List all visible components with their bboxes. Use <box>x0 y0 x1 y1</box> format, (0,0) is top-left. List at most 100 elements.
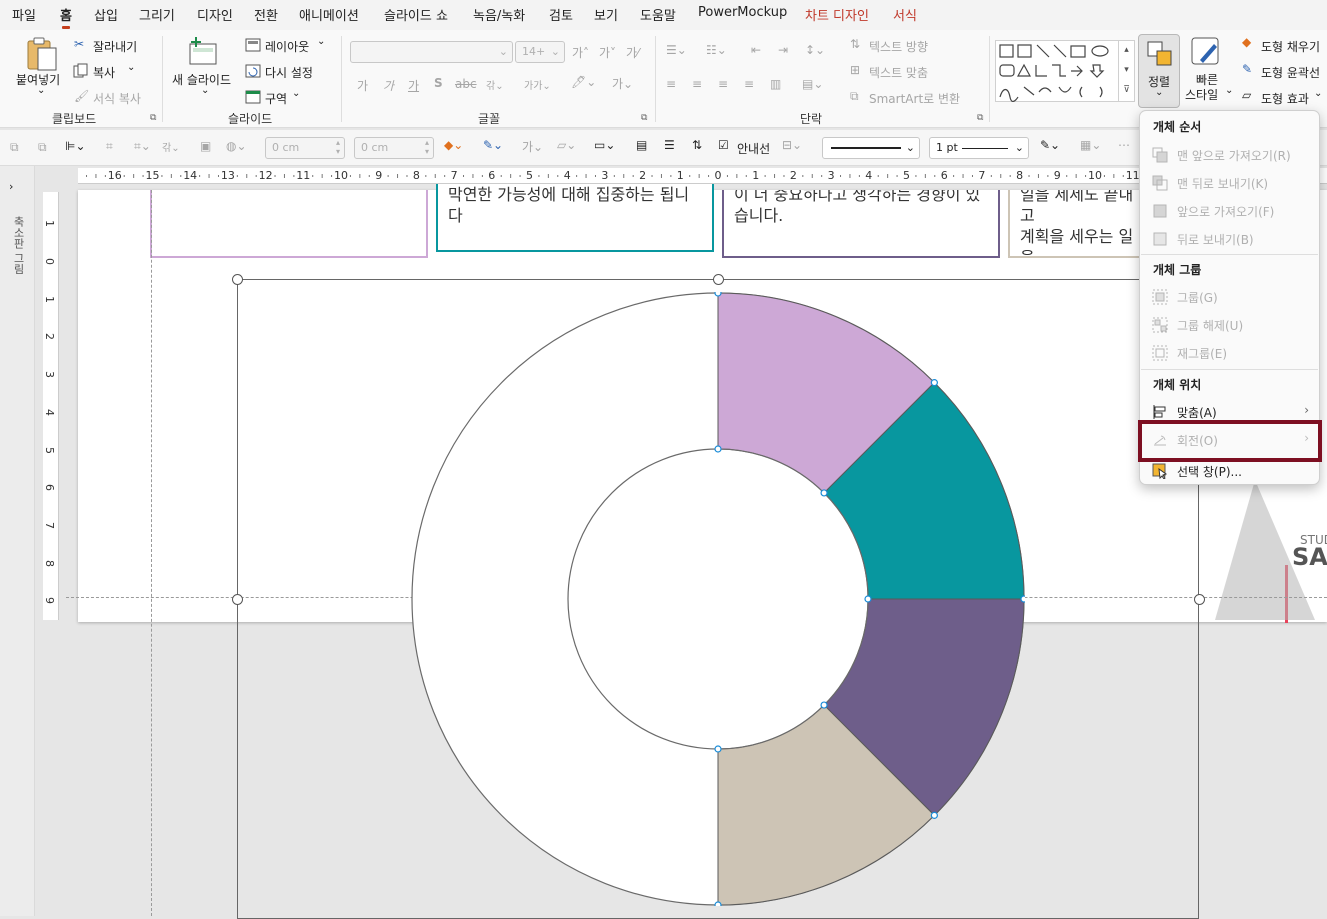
shapes-gallery[interactable] <box>995 40 1135 102</box>
copy-dropdown-icon[interactable]: ⌄ <box>127 62 135 73</box>
text-color-icon[interactable]: 가⌄ <box>522 138 543 155</box>
edit-point-handle[interactable] <box>930 379 938 387</box>
outline-color-icon[interactable]: ✎⌄ <box>483 138 503 152</box>
tab-view[interactable]: 보기 <box>594 5 618 24</box>
more-icon[interactable]: ⋯ <box>1118 138 1130 152</box>
tab-home[interactable]: 홈 <box>60 5 72 29</box>
send-to-back-item[interactable]: 맨 뒤로 보내기(K) <box>1140 169 1319 197</box>
tab-chart-design[interactable]: 차트 디자인 <box>805 5 869 24</box>
text-card[interactable]: 막연한 가능성에 대해 집중하는 됩니다 <box>436 184 714 252</box>
frame-icon[interactable]: ▭⌄ <box>594 138 615 152</box>
edit-point-handle[interactable] <box>714 445 722 453</box>
quick-styles-icon[interactable] <box>1190 36 1224 68</box>
text-card[interactable]: 일을 세세도 끝내고 계획을 세우는 일을 <box>1008 190 1148 258</box>
tab-file[interactable]: 파일 <box>12 5 36 24</box>
tab-animations[interactable]: 애니메이션 <box>299 5 359 24</box>
tab-insert[interactable]: 삽입 <box>94 5 118 24</box>
tab-design[interactable]: 디자인 <box>197 5 233 24</box>
edit-point-handle[interactable] <box>820 489 828 497</box>
text-card[interactable] <box>150 190 428 258</box>
tab-review[interactable]: 검토 <box>549 5 573 24</box>
ungroup-item[interactable]: 그룹 해제(U) <box>1140 311 1319 339</box>
section-button[interactable]: 구역 <box>265 90 287 107</box>
group-item[interactable]: 그룹(G) <box>1140 283 1319 311</box>
line-weight-combo[interactable]: 1 pt ⌄ <box>929 137 1029 159</box>
resize-handle[interactable] <box>1194 594 1205 605</box>
align-text-button[interactable]: 텍스트 맞춤 <box>869 64 928 81</box>
table-icon[interactable]: ▦⌄ <box>1080 138 1101 152</box>
shape-outline-button[interactable]: 도형 윤곽선 <box>1261 64 1320 81</box>
resize-handle[interactable] <box>232 274 243 285</box>
send-backward-item[interactable]: 뒤로 보내기(B) <box>1140 225 1319 253</box>
bullets-icon[interactable]: ☰⌄ <box>666 43 687 57</box>
dialog-launcher-icon[interactable]: ⧉ <box>641 113 647 123</box>
underline-icon[interactable]: 가 <box>408 77 419 94</box>
shrink-font-icon[interactable]: 가˅ <box>599 44 616 61</box>
grow-font-icon[interactable]: 가˄ <box>572 44 589 61</box>
bring-front-icon[interactable]: ⧉ <box>10 140 19 155</box>
tab-slideshow[interactable]: 슬라이드 쇼 <box>384 5 448 24</box>
format-painter-button[interactable]: 서식 복사 <box>93 90 141 107</box>
dialog-launcher-icon[interactable]: ⧉ <box>977 113 983 123</box>
layout-dropdown-icon[interactable]: ⌄ <box>317 36 325 47</box>
shape-height-input[interactable]: 0 cm ▴ ▾ <box>354 137 434 159</box>
char-spacing-icon[interactable]: 갂⌄ <box>486 77 504 92</box>
copy-button[interactable]: 복사 <box>93 64 115 81</box>
clear-format-icon[interactable]: 가⁄ <box>626 44 639 61</box>
edit-point-handle[interactable] <box>864 595 872 603</box>
tab-powermockup[interactable]: PowerMockup <box>698 5 787 20</box>
crop-icon[interactable]: ⌗ <box>106 139 113 154</box>
quick-styles-button[interactable]: 스타일 <box>1185 86 1218 103</box>
selection-pane-item[interactable]: 선택 창(P)... <box>1140 457 1319 485</box>
crop-fit-icon[interactable]: ⌗⌄ <box>134 139 151 154</box>
line-spacing-icon[interactable]: ↕⌄ <box>805 43 825 57</box>
tab-help[interactable]: 도움말 <box>640 5 676 24</box>
fill-color-icon[interactable]: ◆⌄ <box>444 138 463 152</box>
list-icon[interactable]: ☰ <box>664 138 675 152</box>
picture-effects-icon[interactable]: ◍⌄ <box>226 139 247 153</box>
effects-icon[interactable]: ▱⌄ <box>557 138 576 152</box>
tab-record[interactable]: 녹음/녹화 <box>473 5 525 24</box>
distribute-icon[interactable]: ⊟⌄ <box>782 138 802 152</box>
cut-button[interactable]: 잘라내기 <box>93 38 137 55</box>
rotate-item[interactable]: 회전(O) › <box>1140 426 1319 454</box>
edit-point-handle[interactable] <box>714 901 722 906</box>
font-name-combo[interactable]: ⌄ <box>350 41 513 63</box>
change-case-icon[interactable]: 가가⌄ <box>524 77 551 92</box>
distributed-icon[interactable]: ▥ <box>770 77 781 91</box>
edit-point-handle[interactable] <box>820 701 828 709</box>
section-dropdown-icon[interactable]: ⌄ <box>292 88 300 99</box>
sort-icon[interactable]: ⇅ <box>692 138 702 152</box>
reset-button[interactable]: 다시 설정 <box>265 64 313 81</box>
tab-format[interactable]: 서식 <box>893 5 917 24</box>
send-back-icon[interactable]: ⧉ <box>38 140 47 155</box>
shape-effects-button[interactable]: 도형 효과 <box>1261 90 1309 107</box>
arrange-button[interactable]: 정렬 ⌄ <box>1138 34 1180 108</box>
char-spacing-icon[interactable]: 갂⌄ <box>162 139 180 154</box>
line-style-combo[interactable]: ⌄ <box>822 137 920 159</box>
tab-transitions[interactable]: 전환 <box>254 5 278 24</box>
align-center-icon[interactable]: ≡ <box>692 77 702 91</box>
font-size-combo[interactable]: 14+ ⌄ <box>515 41 565 63</box>
text-card[interactable]: 이 더 중요하다고 생각하는 경향이 있습니다. <box>722 190 1000 258</box>
align-icon[interactable]: ⊫⌄ <box>65 139 86 153</box>
resize-handle[interactable] <box>232 594 243 605</box>
convert-smartart-button[interactable]: SmartArt로 변환 <box>869 90 960 107</box>
edit-point-handle[interactable] <box>714 745 722 753</box>
tab-draw[interactable]: 그리기 <box>139 5 175 24</box>
bring-forward-item[interactable]: 앞으로 가져오기(F) <box>1140 197 1319 225</box>
line-color-icon[interactable]: ✎⌄ <box>1040 138 1060 152</box>
columns-icon[interactable]: ▤⌄ <box>802 77 823 91</box>
gallery-scroll[interactable]: ▴ ▾ ⊽ <box>1118 40 1134 102</box>
bring-to-front-item[interactable]: 맨 앞으로 가져오기(R) <box>1140 141 1319 169</box>
paste-dropdown-icon[interactable]: ⌄ <box>37 85 45 96</box>
new-slide-dropdown-icon[interactable]: ⌄ <box>201 85 209 96</box>
dialog-launcher-icon[interactable]: ⧉ <box>150 113 156 123</box>
decrease-indent-icon[interactable]: ⇤ <box>751 43 761 57</box>
expand-icon[interactable]: › <box>9 180 13 193</box>
numbering-icon[interactable]: ☷⌄ <box>706 43 727 57</box>
edit-point-handle[interactable] <box>1020 595 1025 603</box>
increase-indent-icon[interactable]: ⇥ <box>778 43 788 57</box>
layout-button[interactable]: 레이아웃 <box>265 38 309 55</box>
align-right-icon[interactable]: ≡ <box>718 77 728 91</box>
